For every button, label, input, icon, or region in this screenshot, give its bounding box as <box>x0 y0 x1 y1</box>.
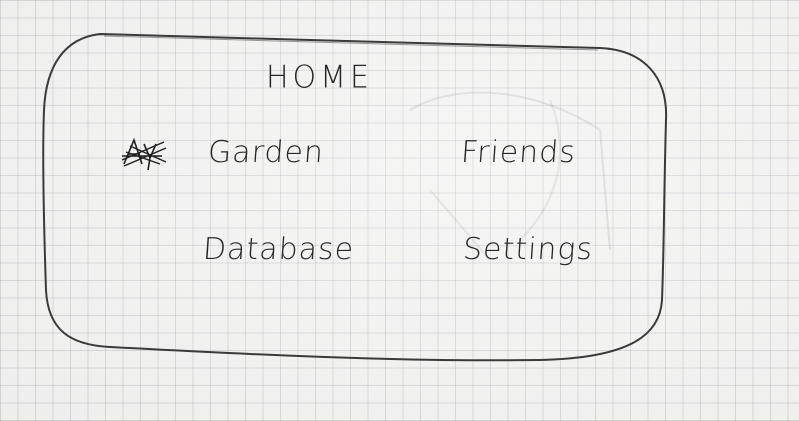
page-title: HOME <box>266 59 374 96</box>
garden-button[interactable]: Garden <box>207 135 325 170</box>
settings-button[interactable]: Settings <box>462 232 594 267</box>
scribble-icon <box>121 137 167 171</box>
database-button[interactable]: Database <box>202 232 356 267</box>
sketch-frame <box>42 33 668 362</box>
friends-button[interactable]: Friends <box>460 135 577 170</box>
paper-background <box>0 0 799 421</box>
